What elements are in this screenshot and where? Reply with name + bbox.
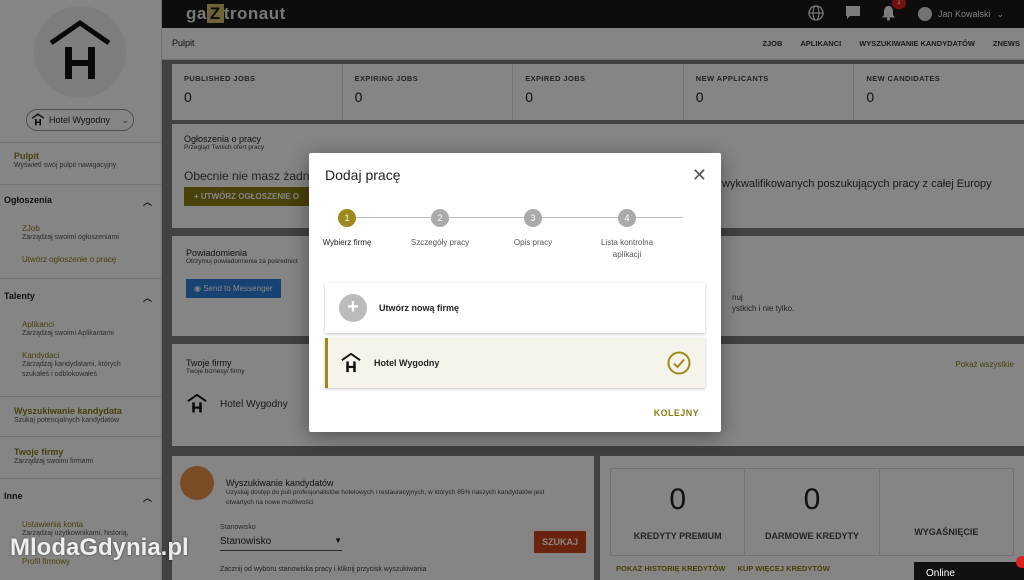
step-label: Szczegóły pracy: [410, 238, 470, 247]
check-circle-icon: [667, 351, 691, 375]
chat-status-widget[interactable]: Online: [914, 556, 1024, 580]
watermark: MlodaGdynia.pl: [10, 534, 189, 562]
step-3: 3 Opis pracy: [488, 209, 578, 249]
next-button[interactable]: KOLEJNY: [654, 408, 699, 418]
step-1: 1 Wybierz firmę: [302, 209, 392, 249]
watermark-text: MlodaGdynia.pl: [10, 534, 189, 561]
step-4: 4 Lista kontrolna aplikacji: [582, 209, 672, 261]
step-number: 1: [338, 209, 356, 227]
plus-icon: +: [339, 294, 367, 322]
step-label: Lista kontrolna aplikacji: [600, 238, 654, 259]
step-number: 4: [618, 209, 636, 227]
modal-title: Dodaj pracę: [325, 167, 401, 183]
option-label: Utwórz nową firmę: [379, 303, 460, 313]
create-new-company-option[interactable]: + Utwórz nową firmę: [325, 283, 705, 333]
step-number: 3: [524, 209, 542, 227]
add-job-modal: Dodaj pracę ✕ 1 Wybierz firmę 2 Szczegół…: [309, 153, 721, 432]
hotel-logo-icon: [341, 352, 361, 373]
step-2: 2 Szczegóły pracy: [395, 209, 485, 249]
chat-notification-dot: [1016, 556, 1024, 568]
close-icon[interactable]: ✕: [692, 165, 707, 186]
step-number: 2: [431, 209, 449, 227]
option-label: Hotel Wygodny: [374, 358, 440, 368]
chat-status-label: Online: [926, 568, 955, 579]
company-option-selected[interactable]: Hotel Wygodny: [325, 338, 705, 388]
step-label: Wybierz firmę: [322, 238, 372, 247]
stepper: 1 Wybierz firmę 2 Szczegóły pracy 3 Opis…: [323, 209, 693, 269]
step-label: Opis pracy: [513, 238, 553, 247]
